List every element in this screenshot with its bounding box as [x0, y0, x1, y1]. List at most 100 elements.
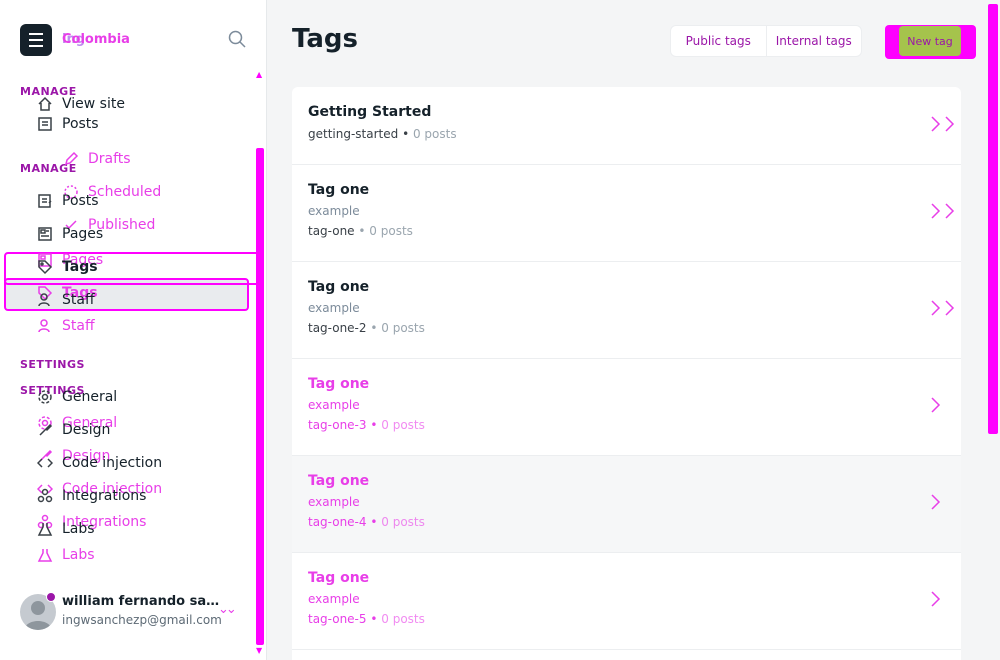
- tag-row[interactable]: Tag one example tag-one • 0 posts: [292, 165, 961, 262]
- sidebar-item-tags[interactable]: Tags: [36, 258, 98, 276]
- new-tag-button[interactable]: New tag: [885, 25, 976, 59]
- scroll-down-icon[interactable]: ▼: [256, 646, 262, 655]
- sidebar-item-staff[interactable]: Staff: [36, 291, 95, 309]
- chevron-right-icon: [928, 396, 958, 414]
- tag-meta: tag-one-5 • 0 posts: [308, 612, 425, 626]
- sidebar-item-design[interactable]: Design: [36, 421, 110, 439]
- flask-icon: [36, 546, 54, 564]
- sidebar-item-label: Integrations: [62, 488, 147, 504]
- sidebar-item-label: Labs: [62, 547, 95, 563]
- user-email: ingwsanchezp@gmail.com: [62, 613, 222, 627]
- tag-meta: tag-one-4 • 0 posts: [308, 515, 425, 529]
- tag-type-tabs: Public tags Internal tags: [670, 25, 862, 57]
- tag-row[interactable]: Tag one example tag-one-2 • 0 posts: [292, 262, 961, 359]
- staff-icon: [36, 291, 54, 309]
- sidebar-item-label: Pages: [62, 226, 104, 242]
- tag-title: Tag one: [308, 182, 370, 198]
- brand-name: Colombia: [62, 32, 130, 47]
- tag-meta: tag-one-3 • 0 posts: [308, 418, 425, 432]
- integrations-icon: [36, 487, 54, 505]
- tab-public-tags[interactable]: Public tags: [671, 26, 767, 56]
- sidebar: ing Colombia MANAGE MANAGE SETTINGS SETT…: [0, 0, 267, 660]
- sidebar-item-label: Posts: [62, 116, 99, 132]
- flask-icon: [36, 520, 54, 538]
- tag-title: Tag one: [308, 570, 370, 586]
- sidebar-item-pages[interactable]: Pages: [36, 225, 103, 243]
- tag-icon: [36, 258, 54, 276]
- sidebar-item-posts[interactable]: Posts: [36, 192, 99, 210]
- sidebar-item-label: View site: [62, 96, 125, 112]
- sidebar-item-drafts[interactable]: Drafts: [62, 150, 131, 168]
- tag-description: example: [308, 398, 360, 412]
- tag-row[interactable]: Getting Started getting-started • 0 post…: [292, 87, 961, 165]
- sidebar-item-label: Staff: [62, 292, 95, 308]
- tag-slug: tag-one-3: [308, 418, 367, 432]
- tag-post-count: 0 posts: [381, 515, 425, 529]
- tag-post-count: 0 posts: [412, 127, 457, 141]
- sidebar-item-label: Design: [62, 422, 111, 438]
- tag-post-count: 0 posts: [381, 612, 425, 626]
- sidebar-item-code-injection[interactable]: Code injection: [36, 454, 162, 472]
- chevron-down-icon[interactable]: ⌄⌄: [218, 602, 237, 617]
- sidebar-item-label: Staff: [62, 318, 95, 334]
- tag-slug: tag-one: [308, 224, 355, 238]
- chevron-right-icon: [928, 299, 958, 317]
- sidebar-item-label: General: [62, 389, 118, 405]
- tag-title: Getting Started: [308, 104, 432, 120]
- tag-description: example: [308, 592, 360, 606]
- brush-icon: [36, 421, 54, 439]
- tag-slug: getting-started: [308, 127, 399, 141]
- tags-list: Getting Started getting-started • 0 post…: [292, 87, 961, 660]
- pencil-icon: [62, 150, 80, 168]
- main-content: Tags Public tags Internal tags New tag G…: [268, 0, 1000, 660]
- brand-logo: [20, 24, 52, 56]
- posts-icon: [36, 192, 54, 210]
- tag-slug: tag-one-2: [308, 321, 367, 335]
- posts-icon: [36, 115, 54, 133]
- status-dot: [46, 592, 56, 602]
- main-scrollbar[interactable]: [988, 4, 998, 434]
- sidebar-item-integrations[interactable]: Integrations: [36, 487, 146, 505]
- sidebar-item-staff[interactable]: Staff: [36, 317, 95, 335]
- scroll-up-icon[interactable]: ▲: [256, 70, 262, 79]
- sidebar-item-label: Code injection: [62, 455, 163, 471]
- code-icon: [36, 454, 54, 472]
- tag-description: example: [308, 204, 360, 218]
- tag-meta: tag-one-2 • 0 posts: [308, 321, 425, 335]
- page-title: Tags: [292, 24, 359, 54]
- tag-row[interactable]: Tag one example tag-one-5 • 0 posts: [292, 553, 961, 650]
- home-icon: [36, 95, 54, 113]
- tag-slug: tag-one-4: [308, 515, 367, 529]
- sidebar-item-label: Scheduled: [88, 184, 162, 200]
- brand[interactable]: ing Colombia: [20, 24, 130, 56]
- sidebar-item-label: Posts: [62, 193, 99, 209]
- tag-description: example: [308, 495, 360, 509]
- tag-slug: tag-one-5: [308, 612, 367, 626]
- tab-internal-tags[interactable]: Internal tags: [767, 26, 862, 56]
- chevron-right-icon: [928, 493, 958, 511]
- sidebar-scrollbar[interactable]: [256, 148, 264, 645]
- sidebar-item-label: Tags: [62, 259, 98, 275]
- user-name: william fernando san...: [62, 594, 222, 609]
- pages-icon: [36, 225, 54, 243]
- tag-description: example: [308, 301, 360, 315]
- sidebar-item-label: Drafts: [88, 151, 131, 167]
- tag-post-count: 0 posts: [381, 321, 425, 335]
- section-title-settings: SETTINGS: [20, 358, 85, 371]
- sidebar-item-labs[interactable]: Labs: [36, 546, 95, 564]
- user-menu[interactable]: william fernando san... ingwsanchezp@gma…: [20, 592, 250, 632]
- sidebar-item-general[interactable]: General: [36, 388, 117, 406]
- search-icon[interactable]: [228, 30, 248, 50]
- tag-title: Tag one: [308, 279, 370, 295]
- new-tag-label: New tag: [899, 26, 961, 56]
- chevron-right-icon: [928, 115, 958, 133]
- sidebar-item-labs[interactable]: Labs: [36, 520, 95, 538]
- tag-post-count: 0 posts: [369, 224, 413, 238]
- tag-row[interactable]: Tag one example tag-one-4 • 0 posts: [292, 456, 961, 553]
- sidebar-item-view-site[interactable]: View site: [36, 95, 125, 113]
- sidebar-item-posts[interactable]: Posts: [36, 115, 99, 133]
- tag-row[interactable]: Tag one example tag-one-3 • 0 posts: [292, 359, 961, 456]
- tag-meta: tag-one • 0 posts: [308, 224, 413, 238]
- tag-meta: getting-started • 0 posts: [308, 127, 457, 141]
- sidebar-item-label: Labs: [62, 521, 95, 537]
